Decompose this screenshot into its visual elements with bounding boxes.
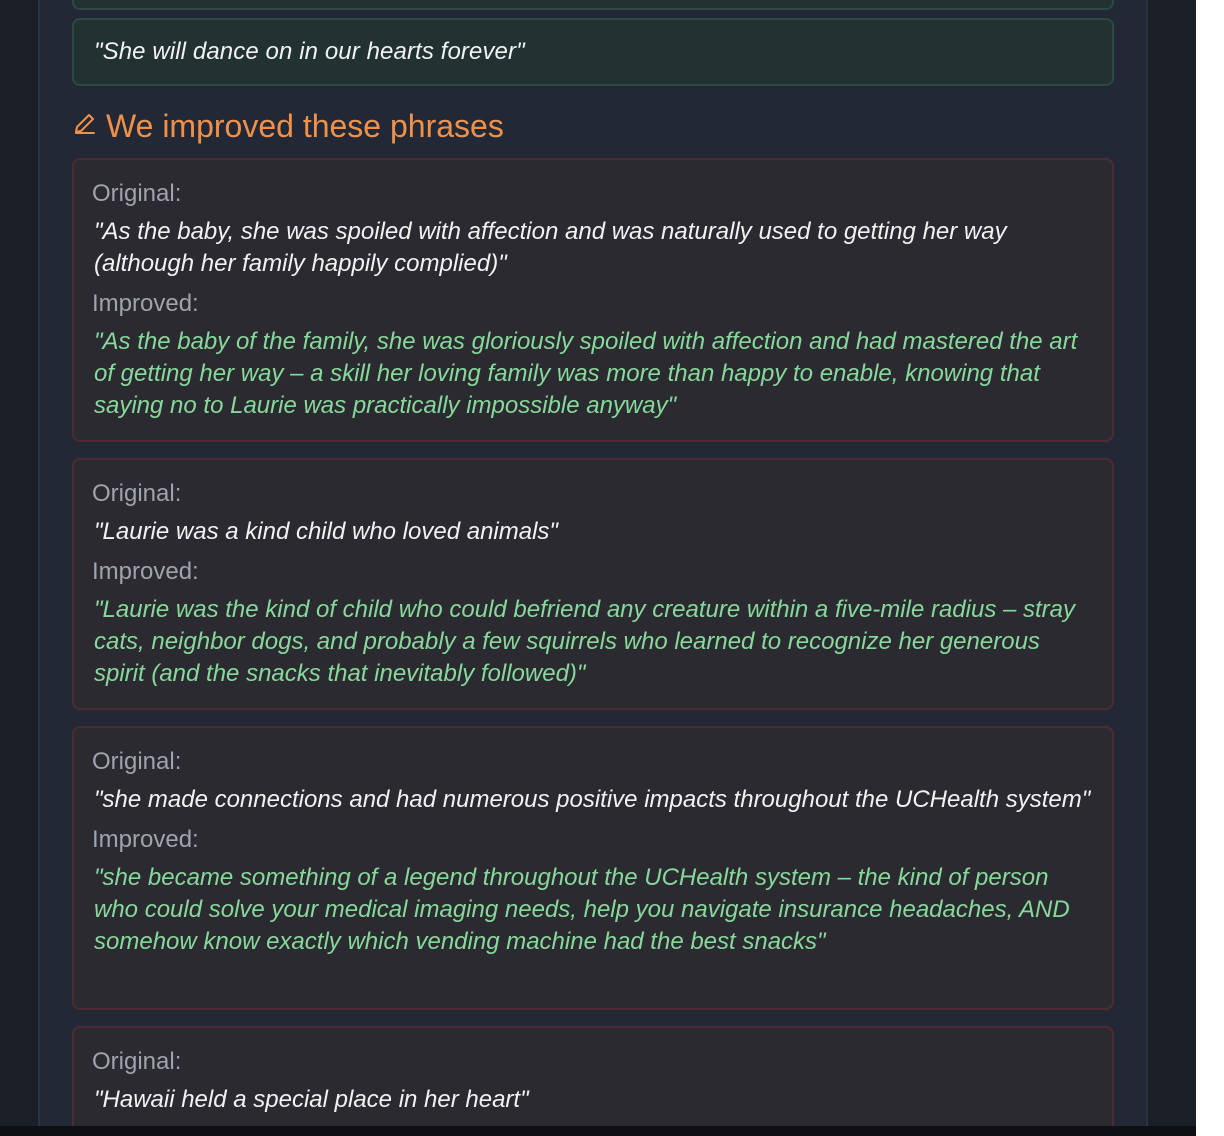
phrase-card: Original: "she made connections and had … bbox=[72, 726, 1114, 1010]
improved-text: "she became something of a legend throug… bbox=[94, 864, 1070, 955]
tribute-quote-card: "She will dance on in our hearts forever… bbox=[72, 18, 1114, 86]
original-label: Original: bbox=[92, 748, 182, 775]
tribute-quote-text: "She will dance on in our hearts forever… bbox=[94, 38, 525, 65]
phrase-card: Original: "Laurie was a kind child who l… bbox=[72, 458, 1114, 710]
original-label: Original: bbox=[92, 180, 182, 207]
section-title: We improved these phrases bbox=[106, 107, 504, 144]
improved-label: Improved: bbox=[92, 826, 199, 853]
scrollbar-track[interactable] bbox=[1196, 0, 1224, 1136]
phrase-card: Original: "Hawaii held a special place i… bbox=[72, 1026, 1114, 1126]
improved-text: "Laurie was the kind of child who could … bbox=[94, 596, 1076, 687]
improved-phrases-heading: We improved these phrases bbox=[72, 106, 504, 146]
original-text: "Laurie was a kind child who loved anima… bbox=[94, 518, 558, 545]
original-text: "she made connections and had numerous p… bbox=[94, 786, 1091, 813]
original-label: Original: bbox=[92, 480, 182, 507]
app-viewport: "She will dance on in our hearts forever… bbox=[0, 0, 1196, 1126]
phrase-card: Original: "As the baby, she was spoiled … bbox=[72, 158, 1114, 442]
window-bottom-edge bbox=[0, 1126, 1196, 1136]
pencil-icon bbox=[72, 111, 98, 142]
original-text: "Hawaii held a special place in her hear… bbox=[94, 1086, 529, 1113]
original-label: Original: bbox=[92, 1048, 182, 1075]
improved-label: Improved: bbox=[92, 290, 199, 317]
improved-label: Improved: bbox=[92, 558, 199, 585]
original-text: "As the baby, she was spoiled with affec… bbox=[94, 218, 1007, 277]
previous-quote-card-edge bbox=[72, 0, 1114, 10]
improved-text: "As the baby of the family, she was glor… bbox=[94, 328, 1078, 419]
